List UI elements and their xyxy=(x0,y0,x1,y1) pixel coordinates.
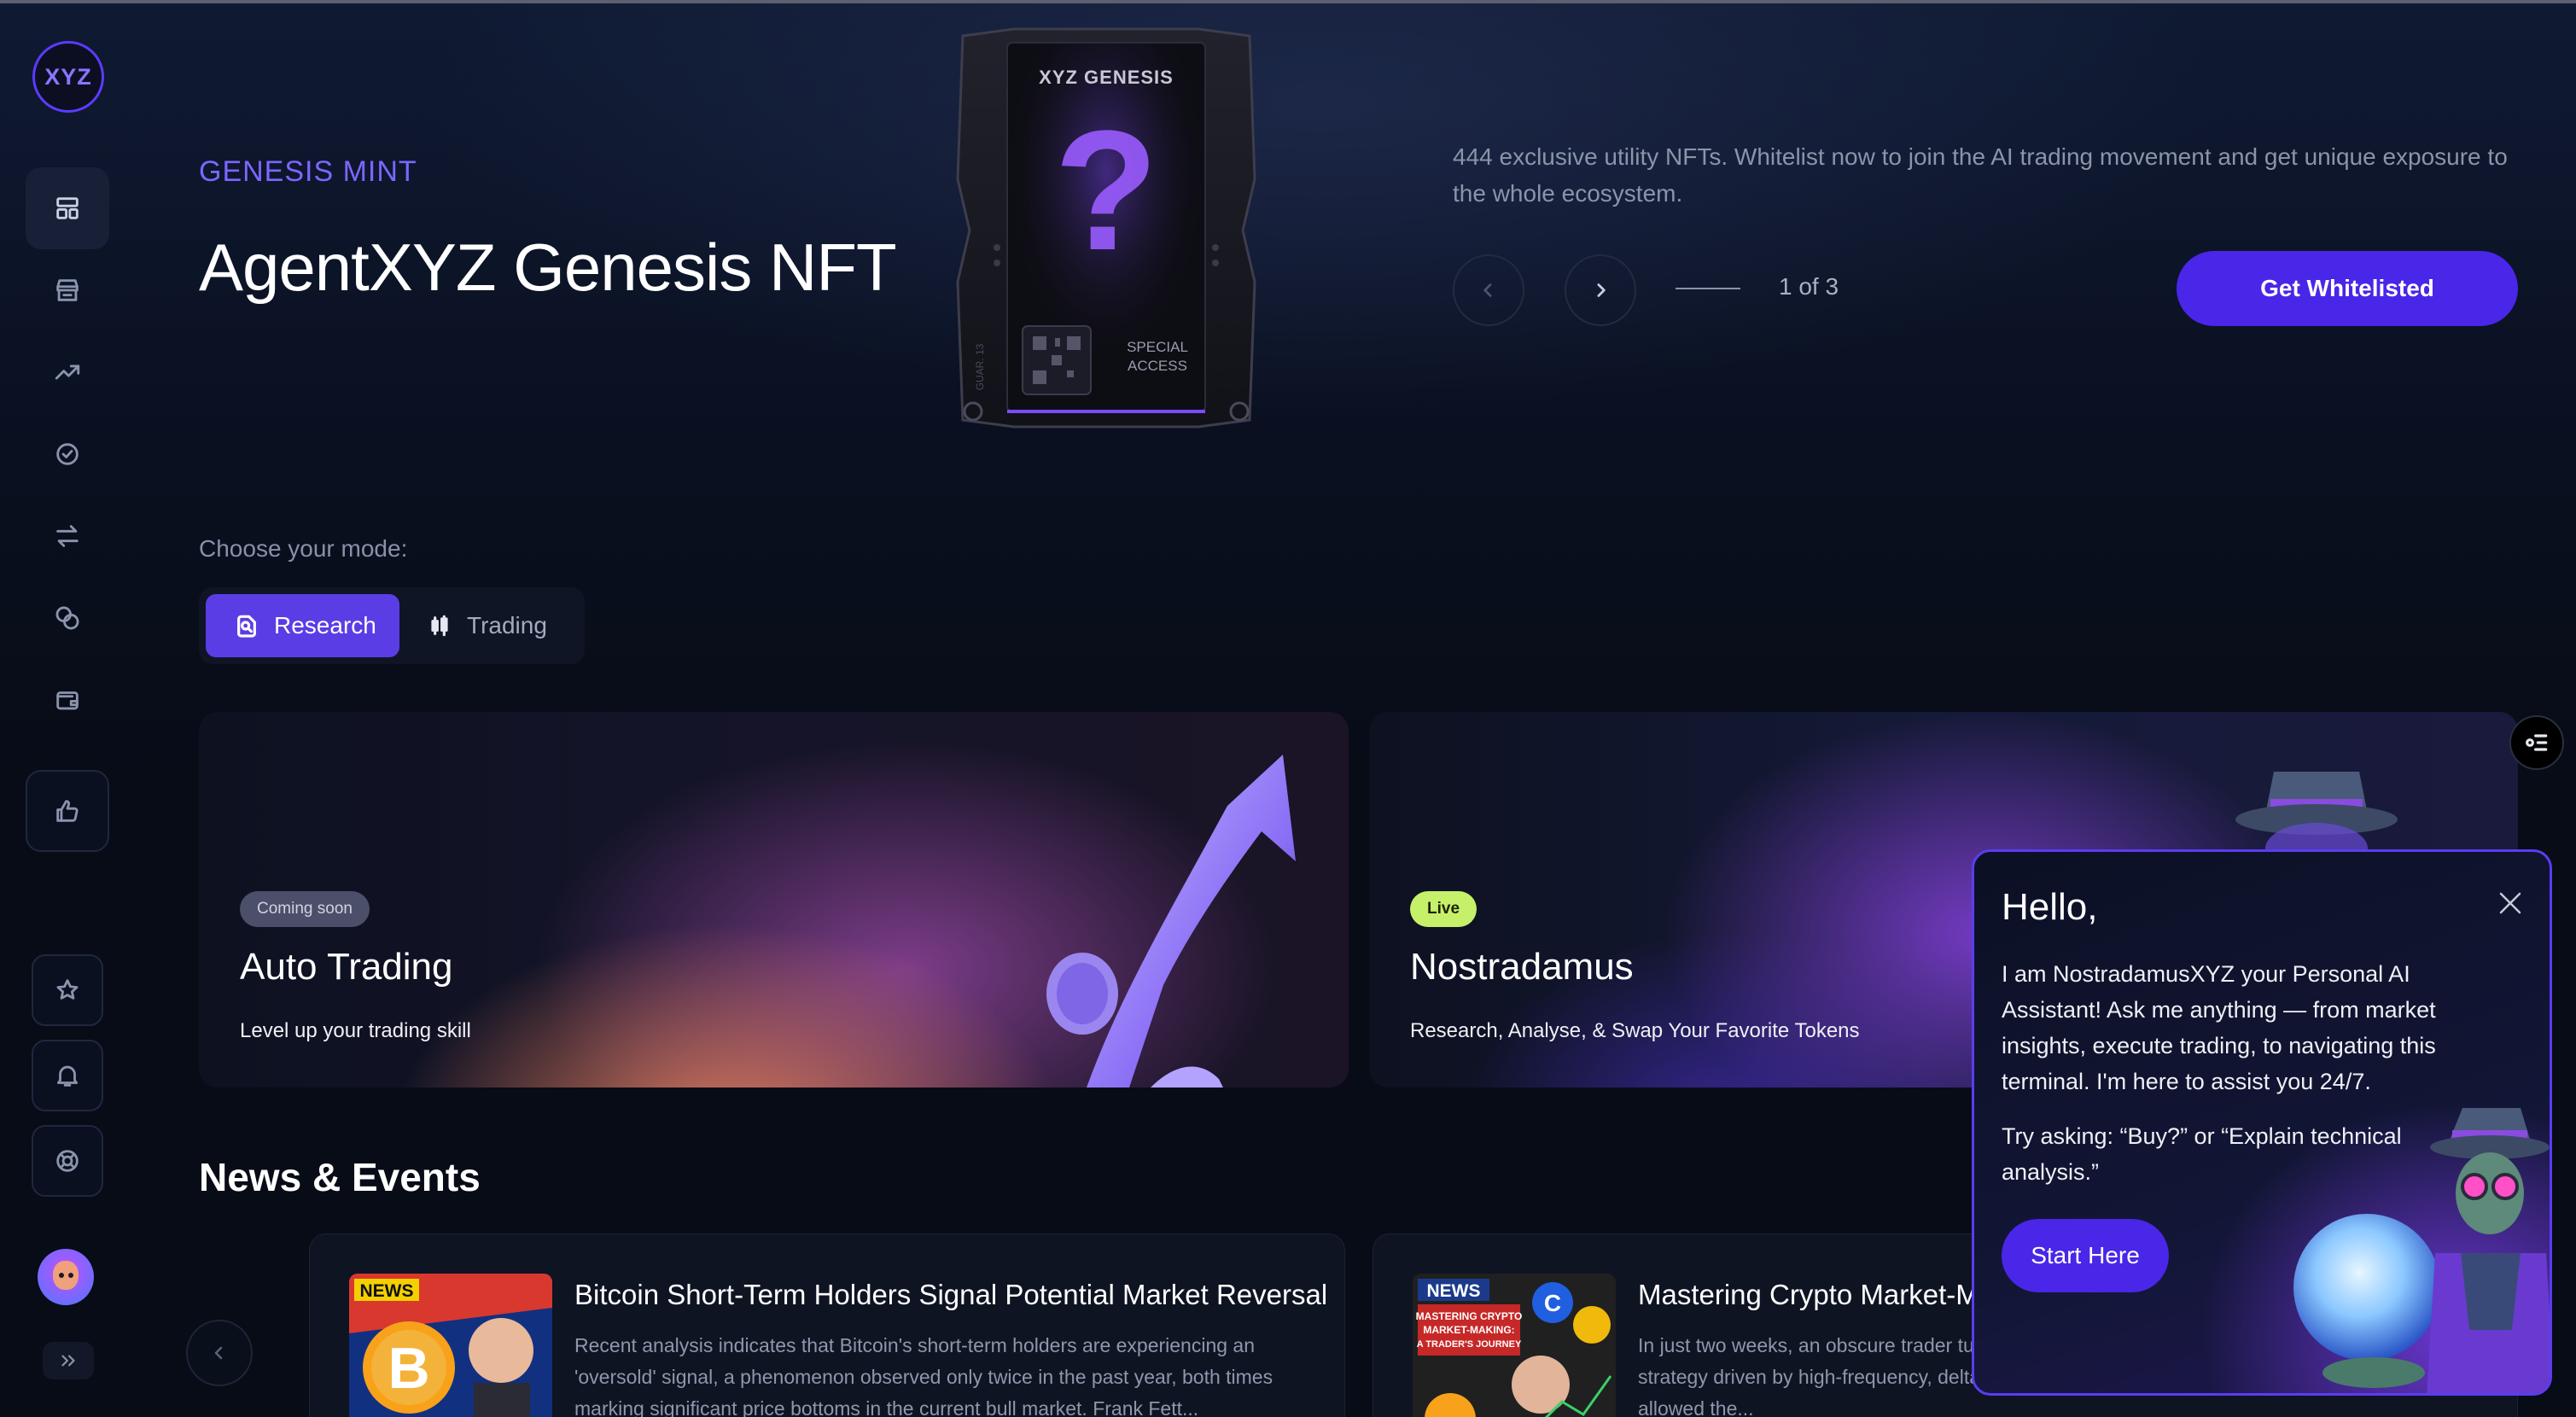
chevron-left-icon xyxy=(214,1346,223,1360)
thumbs-up-icon xyxy=(56,800,79,822)
svg-text:B: B xyxy=(388,1336,429,1401)
svg-text:C: C xyxy=(1544,1290,1561,1316)
sidebar-item-coins[interactable] xyxy=(26,577,109,659)
sidebar-item-store[interactable] xyxy=(26,249,109,331)
avatar-face xyxy=(53,1261,79,1290)
feature-subtitle: Research, Analyse, & Swap Your Favorite … xyxy=(1410,1019,1860,1042)
sidebar-item-notifications[interactable] xyxy=(32,1040,103,1111)
assistant-hint: Try asking: “Buy?” or “Explain technical… xyxy=(2002,1123,2402,1185)
hero-description: 444 exclusive utility NFTs. Whitelist no… xyxy=(1453,143,2508,207)
chevron-right-icon xyxy=(1597,283,1606,297)
start-here-button[interactable]: Start Here xyxy=(2002,1219,2169,1292)
sidebar-expand-button[interactable] xyxy=(43,1342,94,1379)
rising-arrow-illustration xyxy=(1046,755,1296,1088)
thumb-tag: NEWS xyxy=(1427,1281,1481,1301)
nft-card-badge-line1: SPECIAL xyxy=(1127,339,1188,355)
news-headline: Bitcoin Short-Term Holders Signal Potent… xyxy=(574,1279,1328,1310)
nft-card-badge-line2: ACCESS xyxy=(1128,358,1187,374)
thumb-caption-line2: MARKET-MAKING: xyxy=(1423,1324,1514,1336)
research-icon xyxy=(237,615,256,638)
assistant-close-button[interactable] xyxy=(2493,886,2527,920)
thumb-caption-line3: A TRADER'S JOURNEY xyxy=(1417,1339,1522,1350)
chevrons-right-icon xyxy=(61,1355,75,1367)
market-making-news-thumbnail: NEWS MASTERING CRYPTO MARKET-MAKING: A T… xyxy=(1413,1274,1616,1417)
news-thumbnail: NEWS B BITCOIN SHORT-TERM HOLDERS SIGNAL… xyxy=(349,1274,552,1417)
candlestick-icon xyxy=(431,615,448,637)
nft-card-image: XYZ GENESIS ? SPECIAL ACCESS GUAR. 13 xyxy=(956,27,1256,429)
sidebar-item-wallet[interactable] xyxy=(26,659,109,741)
sidebar-item-favorites[interactable] xyxy=(32,954,103,1026)
mode-trading-button[interactable]: Trading xyxy=(412,594,574,657)
support-icon xyxy=(56,1150,79,1172)
assistant-toggle-button[interactable] xyxy=(2509,715,2564,770)
bell-icon xyxy=(56,1065,79,1087)
feature-card-auto-trading[interactable]: Coming soon Auto Trading Level up your t… xyxy=(199,712,1349,1088)
live-badge: Live xyxy=(1410,891,1477,927)
sidebar-item-trending[interactable] xyxy=(26,331,109,413)
coming-soon-badge: Coming soon xyxy=(240,891,370,927)
feature-title: Auto Trading xyxy=(240,946,453,988)
slide-progress-line xyxy=(1676,288,1740,289)
bitcoin-news-thumbnail: NEWS B BITCOIN SHORT-TERM HOLDERS SIGNAL… xyxy=(349,1274,552,1417)
dashboard-icon xyxy=(56,197,79,219)
window-top-border xyxy=(0,0,2576,3)
news-body: Recent analysis indicates that Bitcoin's… xyxy=(574,1334,1273,1417)
nft-question-mark: ? xyxy=(1054,96,1158,286)
hero-title: AgentXYZ Genesis NFT xyxy=(199,230,897,305)
mode-research-label: Research xyxy=(274,612,376,639)
assistant-intro: I am NostradamusXYZ your Personal AI Ass… xyxy=(2002,961,2436,1094)
thumb-tag: NEWS xyxy=(360,1281,414,1301)
list-settings-icon xyxy=(2526,734,2548,751)
close-icon xyxy=(2499,892,2521,914)
sidebar-item-swap[interactable] xyxy=(26,495,109,577)
hero-prev-button[interactable] xyxy=(1453,254,1524,326)
mode-research-button[interactable]: Research xyxy=(206,594,399,657)
avatar-eye-left xyxy=(59,1273,64,1278)
avatar-eye-right xyxy=(68,1273,73,1278)
assistant-popup: Hello, I am NostradamusXYZ your Personal… xyxy=(1972,849,2552,1396)
sidebar-item-dashboard[interactable] xyxy=(26,167,109,249)
coins-icon xyxy=(55,606,79,630)
sidebar: XYZ xyxy=(0,0,137,1417)
feature-subtitle: Level up your trading skill xyxy=(240,1019,471,1042)
swap-icon xyxy=(56,525,79,547)
slide-counter: 1 of 3 xyxy=(1779,273,1839,300)
star-icon xyxy=(56,979,79,1000)
news-card[interactable]: NEWS B BITCOIN SHORT-TERM HOLDERS SIGNAL… xyxy=(309,1233,1345,1417)
hero-next-button[interactable] xyxy=(1565,254,1636,326)
wallet-icon xyxy=(56,691,79,710)
sidebar-item-support[interactable] xyxy=(32,1125,103,1197)
news-prev-button[interactable] xyxy=(186,1320,253,1386)
nft-card-title: XYZ GENESIS xyxy=(1039,67,1174,88)
brand-logo[interactable]: XYZ xyxy=(32,41,104,113)
chevron-left-icon xyxy=(1483,283,1492,297)
store-icon xyxy=(56,279,79,301)
sidebar-item-feedback[interactable] xyxy=(26,770,109,852)
assistant-greeting: Hello, xyxy=(2002,886,2098,928)
nft-card-side-text: GUAR. 13 xyxy=(974,343,986,390)
hero-eyebrow: GENESIS MINT xyxy=(199,155,417,188)
sidebar-item-tasks[interactable] xyxy=(26,413,109,495)
news-thumbnail: NEWS MASTERING CRYPTO MARKET-MAKING: A T… xyxy=(1413,1274,1616,1417)
user-avatar[interactable] xyxy=(38,1249,94,1305)
mode-trading-label: Trading xyxy=(467,612,547,639)
thumb-caption-line1: MASTERING CRYPTO xyxy=(1416,1310,1523,1322)
feature-title: Nostradamus xyxy=(1410,946,1634,988)
trending-icon xyxy=(55,364,80,380)
mode-label: Choose your mode: xyxy=(199,535,408,562)
news-section-title: News & Events xyxy=(199,1155,481,1199)
check-circle-icon xyxy=(56,443,79,465)
mode-toggle: Research Trading xyxy=(199,587,585,664)
get-whitelisted-button[interactable]: Get Whitelisted xyxy=(2177,251,2518,326)
